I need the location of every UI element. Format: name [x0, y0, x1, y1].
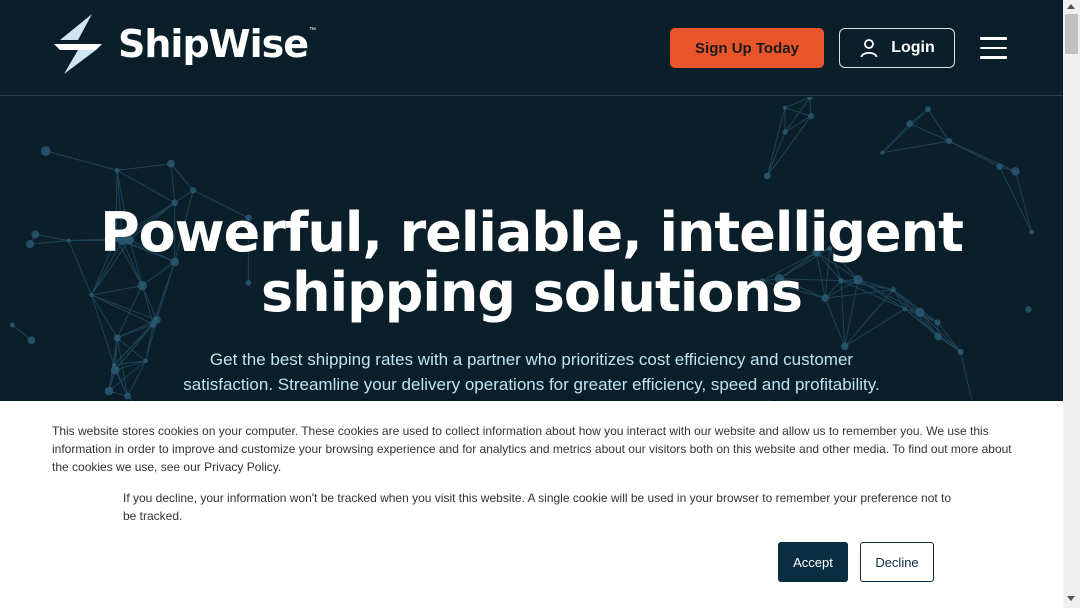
page: ShipWise ™ Sign Up Today Login Powerful,… [0, 0, 1080, 608]
user-icon [860, 39, 878, 58]
decline-cookies-button[interactable]: Decline [860, 542, 934, 582]
scrollbar-thumb[interactable] [1065, 14, 1078, 54]
browser-viewport: ShipWise ™ Sign Up Today Login Powerful,… [0, 0, 1063, 608]
trademark-symbol: ™ [308, 26, 316, 34]
hero-title-line-1: Powerful, reliable, intelligent [100, 201, 964, 264]
hero-subtitle-line-2: satisfaction. Streamline your delivery o… [183, 375, 880, 394]
cookie-decline-info-text: If you decline, your information won't b… [123, 491, 952, 523]
sign-up-button[interactable]: Sign Up Today [670, 28, 824, 68]
hamburger-menu-icon[interactable] [980, 37, 1007, 59]
login-button[interactable]: Login [839, 28, 955, 68]
cookie-info-text: This website stores cookies on your comp… [52, 424, 1012, 474]
scroll-up-arrow-icon[interactable] [1067, 4, 1075, 9]
hero-title-line-2: shipping solutions [260, 261, 803, 324]
accept-cookies-button[interactable]: Accept [778, 542, 848, 582]
hero-subtitle-line-1: Get the best shipping rates with a partn… [209, 350, 854, 369]
scroll-down-arrow-icon[interactable] [1067, 596, 1075, 601]
brand-name: ShipWise [118, 22, 309, 66]
cookie-consent-banner: This website stores cookies on your comp… [0, 401, 1063, 608]
brand-logo[interactable]: ShipWise ™ [52, 14, 316, 74]
hero-subtitle: Get the best shipping rates with a partn… [160, 347, 903, 397]
hero-title: Powerful, reliable, intelligent shipping… [0, 203, 1063, 323]
login-label: Login [891, 39, 935, 56]
lightning-bolt-icon [54, 14, 102, 74]
site-header: ShipWise ™ Sign Up Today Login [0, 0, 1063, 96]
vertical-scrollbar[interactable] [1063, 0, 1080, 608]
